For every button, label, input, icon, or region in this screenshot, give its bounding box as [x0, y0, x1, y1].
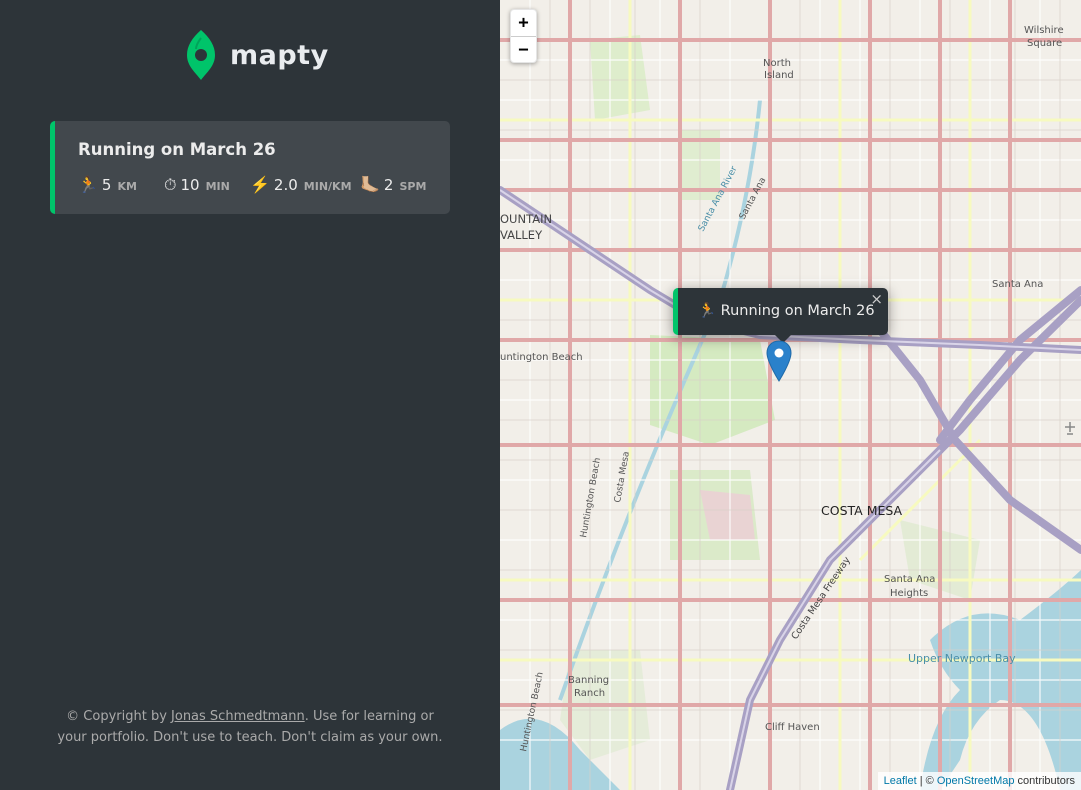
- zoom-out-button[interactable]: −: [511, 36, 536, 62]
- map-pin-icon: [187, 30, 215, 80]
- map-label-wilshire: Wilshire: [1024, 25, 1064, 36]
- zoom-in-button[interactable]: +: [511, 10, 536, 36]
- attribution-separator: | ©: [916, 775, 937, 787]
- sidebar: mapty Running on March 26 🏃 5 km ⏱ 10 mi…: [0, 0, 500, 790]
- map-label-costa-mesa-city: COSTA MESA: [821, 503, 903, 518]
- workout-detail-pace: ⚡️ 2.0 min/km: [250, 175, 360, 195]
- distance-value: 5: [101, 176, 112, 194]
- map-label-huntington-beach-city: untington Beach: [500, 352, 583, 363]
- map-label-santa-ana-city: Santa Ana: [992, 279, 1043, 290]
- duration-value: 10: [180, 176, 200, 194]
- map-label-banning: Banning: [568, 675, 609, 686]
- distance-unit: km: [117, 180, 137, 193]
- pace-value: 2.0: [273, 176, 298, 194]
- copyright-prefix: © Copyright by: [66, 709, 172, 724]
- pace-unit: min/km: [303, 180, 352, 193]
- map-label-square: Square: [1027, 38, 1062, 49]
- attribution-suffix: contributors: [1014, 775, 1075, 787]
- popup-content: 🏃 Running on March 26: [698, 302, 875, 319]
- logo-text: mapty: [230, 39, 329, 71]
- workout-detail-duration: ⏱ 10 min: [164, 175, 250, 195]
- workout-detail-cadence: 🦶🏼 2 spm: [360, 175, 426, 195]
- workout-card[interactable]: Running on March 26 🏃 5 km ⏱ 10 min ⚡️ 2…: [50, 121, 450, 214]
- map[interactable]: North Island Wilshire Square OUNTAIN VAL…: [500, 0, 1081, 790]
- workout-detail-distance: 🏃 5 km: [78, 175, 164, 195]
- map-label-cliff-haven: Cliff Haven: [765, 722, 820, 733]
- workout-details: 🏃 5 km ⏱ 10 min ⚡️ 2.0 min/km 🦶🏼 2 spm: [78, 175, 426, 195]
- popup-close-button[interactable]: ×: [870, 290, 883, 308]
- map-label-upper-newport-bay: Upper Newport Bay: [908, 652, 1016, 665]
- map-tiles[interactable]: North Island Wilshire Square OUNTAIN VAL…: [500, 0, 1081, 790]
- map-label-north: North: [763, 58, 791, 69]
- osm-link[interactable]: OpenStreetMap: [937, 775, 1015, 787]
- workout-title: Running on March 26: [78, 140, 276, 159]
- cadence-value: 2: [383, 176, 394, 194]
- workout-popup[interactable]: 🏃 Running on March 26 ×: [673, 288, 888, 343]
- stopwatch-icon: ⏱: [164, 175, 177, 194]
- lightning-icon: ⚡️: [250, 175, 270, 194]
- cadence-unit: spm: [399, 180, 427, 193]
- author-link[interactable]: Jonas Schmedtmann: [171, 709, 305, 724]
- foot-icon: 🦶🏼: [360, 175, 380, 194]
- copyright: © Copyright by Jonas Schmedtmann. Use fo…: [50, 706, 450, 748]
- map-label-santa-ana-heights: Santa Ana: [884, 574, 935, 585]
- logo: mapty: [186, 28, 329, 82]
- map-label-ranch: Ranch: [574, 688, 605, 699]
- duration-unit: min: [205, 180, 230, 193]
- leaflet-link[interactable]: Leaflet: [884, 775, 917, 787]
- map-label-valley: VALLEY: [500, 228, 543, 242]
- map-marker-icon[interactable]: [766, 340, 792, 382]
- map-label-island: Island: [764, 70, 794, 81]
- zoom-control: + −: [510, 9, 537, 63]
- map-label-heights: Heights: [890, 588, 928, 599]
- runner-icon: 🏃: [78, 175, 98, 194]
- map-label-fountain: OUNTAIN: [500, 212, 552, 226]
- popup-title: Running on March 26: [720, 303, 875, 319]
- runner-icon: 🏃: [698, 303, 717, 319]
- map-attribution: Leaflet | © OpenStreetMap contributors: [877, 772, 1081, 790]
